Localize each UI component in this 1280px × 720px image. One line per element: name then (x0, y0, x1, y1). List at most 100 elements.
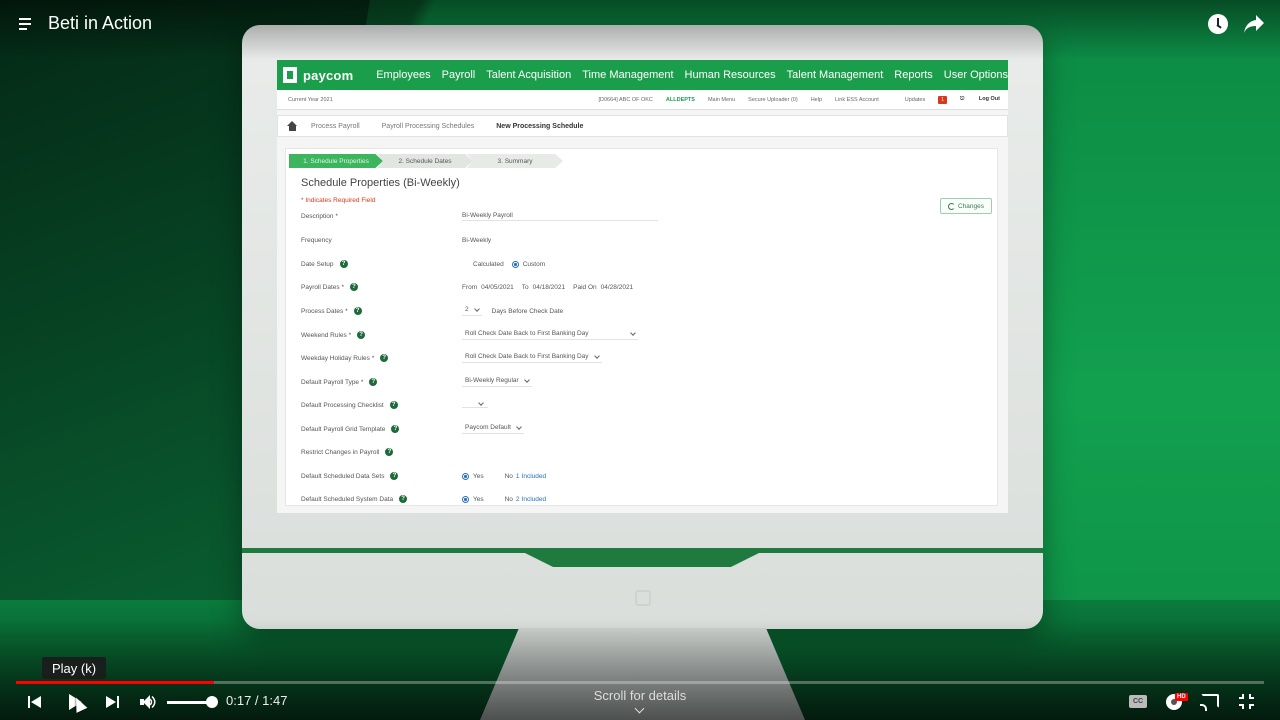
weekday-holiday-value: Roll Check Date Back to First Banking Da… (465, 353, 589, 360)
chevron-down-icon (473, 305, 480, 312)
checklist-label: Default Processing Checklist (301, 401, 384, 409)
help-icon[interactable]: ? (350, 283, 358, 291)
help-icon[interactable]: ? (389, 401, 398, 409)
system-data-no-label: No (504, 495, 513, 503)
row-data-sets: Default Scheduled Data Sets? Yes No 1 In… (301, 470, 991, 482)
help-icon[interactable]: ? (357, 331, 366, 339)
scroll-for-details[interactable]: Scroll for details (590, 688, 690, 703)
playlist-icon[interactable] (19, 17, 35, 31)
link-help[interactable]: Help (811, 97, 822, 103)
system-data-included-link[interactable]: Included (522, 496, 547, 503)
nav-time-management[interactable]: Time Management (582, 69, 673, 81)
default-type-value: Bi-Weekly Regular (465, 377, 519, 384)
data-sets-yes-label: Yes (473, 472, 484, 480)
data-sets-count[interactable]: 1 (516, 473, 520, 480)
breadcrumb-processing-schedules[interactable]: Payroll Processing Schedules (382, 123, 475, 130)
exit-fullscreen-icon[interactable] (1239, 694, 1254, 709)
system-data-label-wrap: Default Scheduled System Data? (301, 495, 462, 503)
cast-icon[interactable] (1200, 694, 1219, 711)
step-schedule-dates[interactable]: 2. Schedule Dates (377, 154, 473, 168)
row-checklist: Default Processing Checklist? (301, 399, 991, 411)
radio-calculated[interactable] (462, 260, 469, 268)
system-data-yes-label: Yes (473, 495, 484, 503)
grid-template-select[interactable]: Paycom Default (462, 423, 524, 434)
help-icon[interactable]: ? (399, 495, 408, 503)
to-date-input[interactable]: 04/18/2021 (533, 284, 566, 291)
breadcrumb-process-payroll[interactable]: Process Payroll (311, 123, 360, 130)
volume-icon[interactable] (140, 692, 158, 712)
calculated-label: Calculated (473, 260, 504, 268)
help-icon[interactable]: ? (390, 472, 399, 480)
previous-icon[interactable] (28, 692, 42, 712)
radio-data-sets-no[interactable] (493, 472, 501, 480)
next-icon[interactable] (106, 692, 120, 712)
nav-user-options[interactable]: User Options (944, 69, 1008, 81)
brand-logo[interactable]: paycom (281, 67, 365, 83)
top-gradient (0, 0, 1280, 60)
radio-custom[interactable] (511, 260, 519, 268)
chevron-down-icon (516, 423, 522, 430)
data-sets-options: Yes No 1 Included (462, 472, 547, 480)
captions-icon[interactable]: CC (1129, 695, 1147, 708)
row-weekday-holiday: Weekday Holiday Rules *? Roll Check Date… (301, 352, 991, 364)
clock-icon[interactable] (1208, 14, 1228, 34)
checklist-label-wrap: Default Processing Checklist? (301, 401, 462, 409)
to-label: To (521, 283, 529, 291)
progress-bar[interactable] (16, 681, 1264, 684)
nav-reports[interactable]: Reports (894, 69, 933, 81)
process-dates-label-wrap: Process Dates *? (301, 307, 462, 315)
help-icon[interactable]: ? (380, 354, 389, 362)
description-input[interactable]: Bi-Weekly Payroll (462, 212, 658, 221)
nav-human-resources[interactable]: Human Resources (685, 69, 776, 81)
weekend-rules-select[interactable]: Roll Check Date Back to First Banking Da… (462, 329, 638, 340)
link-secure-uploader[interactable]: Secure Uploader (0) (748, 97, 798, 103)
row-weekend-rules: Weekend Rules *? Roll Check Date Back to… (301, 329, 991, 341)
company-dept[interactable]: ALLDEPTS (666, 97, 695, 103)
logout-link[interactable]: ⎋ Log Out (960, 96, 1000, 103)
video-title[interactable]: Beti in Action (48, 13, 152, 34)
checklist-select[interactable] (462, 399, 488, 408)
weekday-holiday-select[interactable]: Roll Check Date Back to First Banking Da… (462, 352, 602, 363)
help-icon[interactable]: ? (339, 260, 348, 268)
share-icon[interactable] (1243, 14, 1265, 34)
system-data-label: Default Scheduled System Data (301, 495, 394, 503)
system-data-count[interactable]: 2 (516, 496, 520, 503)
weekend-rules-label: Weekend Rules * (301, 331, 352, 339)
from-date-input[interactable]: 04/05/2021 (481, 284, 514, 291)
link-main-menu[interactable]: Main Menu (708, 97, 735, 103)
nav-employees[interactable]: Employees (376, 69, 430, 81)
company-code[interactable]: [D0664] ABC OF OKC (599, 97, 653, 103)
monitor-logo-icon (635, 590, 651, 606)
link-ess-account[interactable]: Link ESS Account (835, 97, 879, 103)
nav-talent-acquisition[interactable]: Talent Acquisition (486, 69, 571, 81)
restrict-label-wrap: Restrict Changes in Payroll? (301, 448, 462, 456)
help-icon[interactable]: ? (353, 307, 362, 315)
step-schedule-properties[interactable]: 1. Schedule Properties (289, 154, 383, 168)
step-summary[interactable]: 3. Summary (467, 154, 563, 168)
volume-knob[interactable] (206, 696, 218, 708)
data-sets-included-link[interactable]: Included (522, 473, 547, 480)
frequency-label: Frequency (301, 236, 332, 244)
grid-template-value: Paycom Default (465, 424, 511, 431)
nav-payroll[interactable]: Payroll (442, 69, 476, 81)
radio-system-data-no[interactable] (493, 495, 501, 503)
radio-data-sets-yes[interactable] (462, 472, 469, 480)
link-updates[interactable]: Updates 1 (892, 95, 948, 104)
nav-talent-management[interactable]: Talent Management (787, 69, 884, 81)
process-days-value: 2 (465, 306, 469, 313)
help-icon[interactable]: ? (385, 448, 394, 456)
home-icon[interactable] (287, 121, 298, 131)
row-grid-template: Default Payroll Grid Template? Paycom De… (301, 423, 991, 435)
default-type-select[interactable]: Bi-Weekly Regular (462, 376, 532, 387)
data-sets-label: Default Scheduled Data Sets (301, 472, 385, 480)
help-icon[interactable]: ? (391, 425, 400, 433)
default-type-label-wrap: Default Payroll Type *? (301, 378, 462, 386)
checklist-value-wrap (462, 399, 488, 408)
process-days-select[interactable]: 2 (462, 305, 482, 316)
chevron-down-icon (593, 352, 600, 359)
paid-on-date-input[interactable]: 04/28/2021 (601, 284, 634, 291)
radio-system-data-yes[interactable] (462, 495, 469, 503)
help-icon[interactable]: ? (369, 378, 378, 386)
utility-bar: Current Year 2021 [D0664] ABC OF OKC ALL… (277, 90, 1008, 110)
payroll-dates-label-wrap: Payroll Dates *? (301, 283, 462, 291)
